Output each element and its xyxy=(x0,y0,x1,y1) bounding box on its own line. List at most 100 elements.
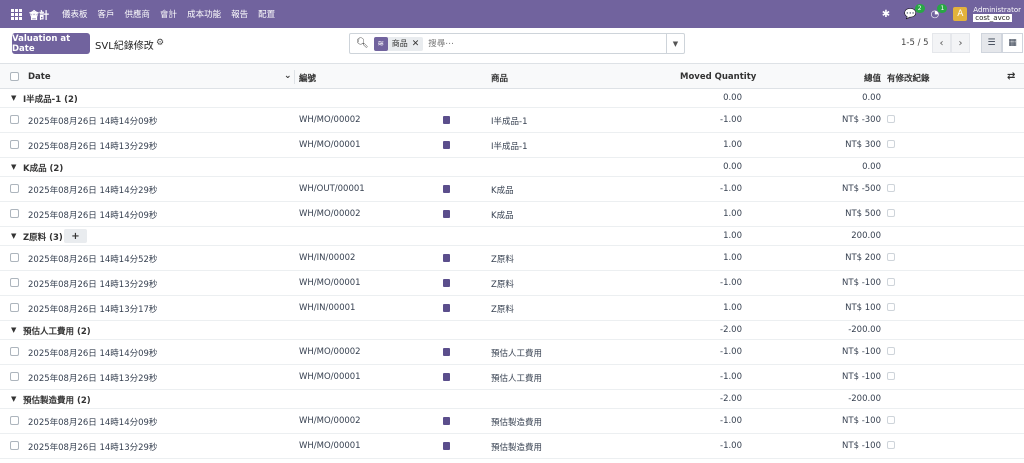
document-icon[interactable] xyxy=(443,254,450,262)
document-icon[interactable] xyxy=(443,304,450,312)
table-row[interactable]: 2025年08月26日 14時14分29秒 WH/OUT/00001 K成品 -1.0… xyxy=(0,177,1024,202)
column-resizer[interactable] xyxy=(294,70,295,84)
top-navbar: 會計 儀表板 客戶 供應商 會計 成本功能 報告 配置 ✱ 💬 2 ◔ 1 A Ad… xyxy=(0,0,1024,28)
messages-icon[interactable]: 💬 2 xyxy=(904,3,925,20)
row-date: 2025年08月26日 14時14分29秒 xyxy=(28,186,158,196)
row-checkbox[interactable] xyxy=(10,278,19,287)
gear-icon[interactable]: ⚙ xyxy=(156,38,164,48)
row-product: 預估人工費用 xyxy=(491,349,543,359)
group-row[interactable]: ▼ K成品 (2) 0.00 0.00 xyxy=(0,158,1024,177)
bug-icon[interactable]: ✱ xyxy=(882,9,890,20)
group-row[interactable]: ▼ 預估製造費用 (2) -2.00 -200.00 xyxy=(0,390,1024,409)
caret-down-icon[interactable]: ▼ xyxy=(11,94,16,102)
row-checkbox[interactable] xyxy=(10,441,19,450)
pager-next-icon[interactable]: › xyxy=(951,33,970,53)
table-row[interactable]: 2025年08月26日 14時13分29秒 WH/MO/00001 預估製造費用 -1… xyxy=(0,434,1024,459)
row-checkbox[interactable] xyxy=(10,253,19,262)
row-checkbox[interactable] xyxy=(10,115,19,124)
pager-value[interactable]: 1-5 / 5 xyxy=(901,38,929,48)
row-checkbox[interactable] xyxy=(10,303,19,312)
document-icon[interactable] xyxy=(443,279,450,287)
header-total-value[interactable]: 總值 xyxy=(864,72,881,84)
document-icon[interactable] xyxy=(443,417,450,425)
row-moved-quantity: 1.00 xyxy=(723,209,742,219)
header-moved-quantity[interactable]: Moved Quantity xyxy=(680,72,756,82)
row-moved-quantity: 1.00 xyxy=(723,253,742,263)
menu-item-vendors[interactable]: 供應商 xyxy=(125,8,151,20)
header-changed[interactable]: 有修改紀錄 xyxy=(887,72,930,84)
search-input[interactable] xyxy=(428,38,649,49)
user-menu[interactable]: Administrator cost_avco xyxy=(973,6,1021,22)
menu-item-customers[interactable]: 客戶 xyxy=(98,8,115,20)
row-total-value: NT$ 200 xyxy=(845,253,881,263)
row-checkbox[interactable] xyxy=(10,372,19,381)
menu-item-costing[interactable]: 成本功能 xyxy=(187,8,221,20)
row-product: K成品 xyxy=(491,211,514,221)
row-date: 2025年08月26日 14時13分29秒 xyxy=(28,443,158,453)
caret-down-icon[interactable]: ▼ xyxy=(11,395,16,403)
row-checkbox[interactable] xyxy=(10,184,19,193)
group-row[interactable]: ▼ 預估人工費用 (2) -2.00 -200.00 xyxy=(0,321,1024,340)
activities-icon[interactable]: ◔ 1 xyxy=(931,3,948,20)
row-product: 預估製造費用 xyxy=(491,443,543,453)
select-all-checkbox[interactable] xyxy=(10,72,19,81)
document-icon[interactable] xyxy=(443,442,450,450)
search-options-toggle-icon[interactable]: ▼ xyxy=(666,34,684,53)
list-view-icon[interactable]: ☰ xyxy=(981,33,1002,53)
row-product: 預估製造費用 xyxy=(491,418,543,428)
valuation-at-date-button[interactable]: Valuation at Date xyxy=(12,33,90,54)
header-date[interactable]: Date xyxy=(28,72,51,82)
row-checkbox[interactable] xyxy=(10,209,19,218)
row-checkbox[interactable] xyxy=(10,416,19,425)
optional-columns-icon[interactable]: ⇄ xyxy=(1007,71,1015,82)
table-row[interactable]: 2025年08月26日 14時13分29秒 WH/MO/00001 I半成品-1 1.… xyxy=(0,133,1024,158)
user-name: Administrator xyxy=(973,6,1021,14)
table-row[interactable]: 2025年08月26日 14時13分29秒 WH/MO/00001 Z原料 -1.00… xyxy=(0,271,1024,296)
menu-item-dashboard[interactable]: 儀表板 xyxy=(62,8,88,20)
group-total-value: 0.00 xyxy=(862,162,881,172)
menu-item-reporting[interactable]: 報告 xyxy=(231,8,248,20)
search-icon[interactable]: 🔍︎ xyxy=(356,38,369,49)
document-icon[interactable] xyxy=(443,185,450,193)
document-icon[interactable] xyxy=(443,116,450,124)
menu-item-accounting[interactable]: 會計 xyxy=(160,8,177,20)
row-checkbox[interactable] xyxy=(10,347,19,356)
facet-label: 商品 xyxy=(391,39,408,48)
table-row[interactable]: 2025年08月26日 14時13分29秒 WH/MO/00001 預估人工費用 -1… xyxy=(0,365,1024,390)
caret-down-icon[interactable]: ▼ xyxy=(11,163,16,171)
row-changed-checkbox xyxy=(887,253,895,261)
group-row[interactable]: ▼ Z原料 (3) +1.00 200.00 xyxy=(0,227,1024,246)
row-checkbox[interactable] xyxy=(10,140,19,149)
header-reference[interactable]: 編號 xyxy=(299,72,316,84)
app-brand[interactable]: 會計 xyxy=(29,7,49,22)
chevron-down-icon[interactable]: ⌄ xyxy=(284,71,292,81)
document-icon[interactable] xyxy=(443,141,450,149)
document-icon[interactable] xyxy=(443,210,450,218)
table-row[interactable]: 2025年08月26日 14時14分09秒 WH/MO/00002 預估人工費用 -1… xyxy=(0,340,1024,365)
group-total-value: 0.00 xyxy=(862,93,881,103)
group-row[interactable]: ▼ I半成品-1 (2) 0.00 0.00 xyxy=(0,89,1024,108)
add-line-button[interactable]: + xyxy=(64,229,87,243)
table-row[interactable]: 2025年08月26日 14時14分09秒 WH/MO/00002 預估製造費用 -1… xyxy=(0,409,1024,434)
header-product[interactable]: 商品 xyxy=(491,72,508,84)
table-row[interactable]: 2025年08月26日 14時13分17秒 WH/IN/00001 Z原料 1.00 N… xyxy=(0,296,1024,321)
table-row[interactable]: 2025年08月26日 14時14分09秒 WH/MO/00002 K成品 1.00 N… xyxy=(0,202,1024,227)
pager-previous-icon[interactable]: ‹ xyxy=(932,33,951,53)
row-changed-checkbox xyxy=(887,209,895,217)
row-total-value: NT$ -100 xyxy=(842,278,881,288)
pivot-view-icon[interactable]: ▦ xyxy=(1002,33,1023,53)
user-avatar[interactable]: A xyxy=(953,7,968,21)
facet-remove-icon[interactable]: ✕ xyxy=(412,39,424,49)
group-name: 預估人工費用 (2) xyxy=(23,327,91,337)
caret-down-icon[interactable]: ▼ xyxy=(11,326,16,334)
row-moved-quantity: -1.00 xyxy=(720,115,742,125)
row-product: Z原料 xyxy=(491,305,514,315)
document-icon[interactable] xyxy=(443,373,450,381)
document-icon[interactable] xyxy=(443,348,450,356)
caret-down-icon[interactable]: ▼ xyxy=(11,232,16,240)
table-row[interactable]: 2025年08月26日 14時14分09秒 WH/MO/00002 I半成品-1 -1… xyxy=(0,108,1024,133)
table-row[interactable]: 2025年08月26日 14時14分52秒 WH/IN/00002 Z原料 1.00 N… xyxy=(0,246,1024,271)
apps-menu-icon[interactable] xyxy=(11,8,22,20)
menu-item-configuration[interactable]: 配置 xyxy=(258,8,275,20)
group-name: Z原料 (3) xyxy=(23,233,63,243)
